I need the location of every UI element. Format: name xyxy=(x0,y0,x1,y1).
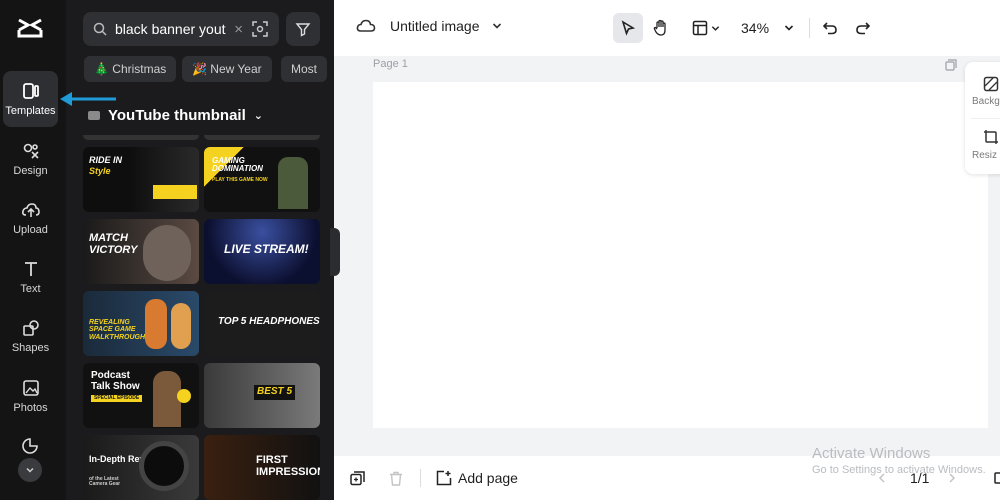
cloud-icon xyxy=(356,19,376,32)
chevron-down-icon xyxy=(492,23,501,29)
hand-tool-button[interactable] xyxy=(646,13,676,43)
hand-icon xyxy=(653,19,666,36)
rail-item-label: Photos xyxy=(13,402,48,414)
bottom-divider xyxy=(420,469,421,487)
chevron-down-icon xyxy=(784,25,794,31)
redo-icon xyxy=(856,22,871,35)
image-search-icon[interactable] xyxy=(251,20,269,38)
photos-icon xyxy=(22,380,39,396)
upload-icon xyxy=(21,203,40,217)
rail-item-design[interactable]: Design xyxy=(3,131,58,187)
chip-new-year[interactable]: 🎉 New Year xyxy=(182,56,272,82)
text-icon xyxy=(24,262,37,276)
templates-panel: black banner yout × 🎄 Christmas 🎉 New Ye… xyxy=(66,0,334,500)
app-root: Templates Design Upload Text Shapes Phot… xyxy=(0,0,1000,500)
template-card[interactable]: Podcast Talk Show SPECIAL EPISODE xyxy=(83,363,199,428)
activate-windows-subtitle: Go to Settings to activate Windows. xyxy=(812,464,986,476)
rail-item-label: Templates xyxy=(5,105,56,117)
rail-expand-button[interactable] xyxy=(18,458,42,482)
rail-item-label: Shapes xyxy=(11,342,50,354)
rail-item-photos[interactable]: Photos xyxy=(3,368,58,424)
background-label[interactable]: Backg xyxy=(972,96,1000,107)
design-icon xyxy=(23,143,39,159)
clear-search-icon[interactable]: × xyxy=(234,21,243,38)
chevron-down-icon: ⌄ xyxy=(253,109,263,122)
zoom-level[interactable]: 34% xyxy=(741,20,769,36)
fullscreen-icon[interactable] xyxy=(994,472,1000,484)
canvas-artboard[interactable] xyxy=(373,82,988,428)
rail-item-shapes[interactable]: Shapes xyxy=(3,308,58,364)
layout-menu-button[interactable] xyxy=(688,13,724,43)
chevron-down-icon xyxy=(26,467,34,473)
search-input[interactable]: black banner yout × xyxy=(83,12,279,46)
undo-icon xyxy=(822,22,837,35)
templates-icon xyxy=(22,83,39,99)
trash-icon[interactable] xyxy=(389,471,403,486)
layout-icon xyxy=(692,20,708,36)
rail-item-upload[interactable]: Upload xyxy=(3,190,58,246)
search-icon xyxy=(93,22,107,36)
layers-icon[interactable] xyxy=(350,471,365,486)
undo-button[interactable] xyxy=(815,13,845,43)
filter-icon xyxy=(295,23,311,37)
activate-windows-title: Activate Windows xyxy=(812,445,931,462)
document-title-text: Untitled image xyxy=(390,18,480,34)
add-page-button[interactable]: Add page xyxy=(436,470,518,486)
capcut-logo-icon[interactable] xyxy=(17,16,43,40)
toolbar-divider xyxy=(809,18,810,38)
left-rail: Templates Design Upload Text Shapes Phot… xyxy=(0,0,66,500)
template-partial xyxy=(204,135,320,140)
document-title[interactable]: Untitled image xyxy=(356,18,502,34)
cursor-icon xyxy=(621,20,636,36)
template-card[interactable]: MATCH VICTORY xyxy=(83,219,199,284)
filter-button[interactable] xyxy=(286,12,320,46)
template-card[interactable]: BEST 5 xyxy=(204,363,320,428)
chip-christmas[interactable]: 🎄 Christmas xyxy=(84,56,177,82)
page-label: Page 1 xyxy=(373,58,408,70)
shapes-icon xyxy=(22,320,39,336)
template-card[interactable]: RIDE IN Style xyxy=(83,147,199,212)
rail-item-label: Text xyxy=(20,283,41,295)
annotation-arrow-icon xyxy=(60,92,116,106)
template-card[interactable]: GAMING DOMINATION PLAY THIS GAME NOW xyxy=(204,147,320,212)
category-label: YouTube thumbnail xyxy=(108,106,246,124)
rail-item-label: Upload xyxy=(13,224,48,236)
bottom-bar: Add page 1/1 xyxy=(334,456,1000,500)
template-partial xyxy=(83,135,199,140)
resize-icon[interactable] xyxy=(983,129,999,145)
more-tools-icon[interactable] xyxy=(20,436,40,456)
youtube-icon xyxy=(88,110,100,120)
redo-button[interactable] xyxy=(848,13,878,43)
chevron-down-icon xyxy=(711,25,720,31)
background-icon[interactable] xyxy=(983,76,999,92)
template-card[interactable]: TOP 5 HEADPHONES xyxy=(204,291,320,356)
template-card[interactable]: In-Depth Review of the Latest Camera Gea… xyxy=(83,435,199,500)
side-tools-card: Backg Resiz xyxy=(965,62,1000,174)
duplicate-page-icon[interactable] xyxy=(945,59,957,71)
rail-item-text[interactable]: Text xyxy=(3,249,58,305)
top-toolbar: Untitled image 34% xyxy=(334,0,1000,56)
search-value[interactable]: black banner yout xyxy=(115,21,226,37)
rail-item-templates[interactable]: Templates xyxy=(3,71,58,127)
side-divider xyxy=(971,118,1000,119)
category-dropdown[interactable]: YouTube thumbnail ⌄ xyxy=(88,104,263,126)
panel-collapse-handle[interactable] xyxy=(330,228,340,276)
rail-item-label: Design xyxy=(13,165,48,177)
add-page-icon xyxy=(436,470,452,486)
add-page-label: Add page xyxy=(458,470,518,486)
chip-most[interactable]: Most xyxy=(281,56,328,82)
select-tool-button[interactable] xyxy=(613,13,643,43)
template-card[interactable]: FIRST IMPRESSION xyxy=(204,435,320,500)
template-card[interactable]: REVEALING SPACE GAME WALKTHROUGH xyxy=(83,291,199,356)
template-card[interactable]: LIVE STREAM! xyxy=(204,219,320,284)
zoom-dropdown-button[interactable] xyxy=(774,13,804,43)
resize-label[interactable]: Resiz xyxy=(972,150,997,161)
